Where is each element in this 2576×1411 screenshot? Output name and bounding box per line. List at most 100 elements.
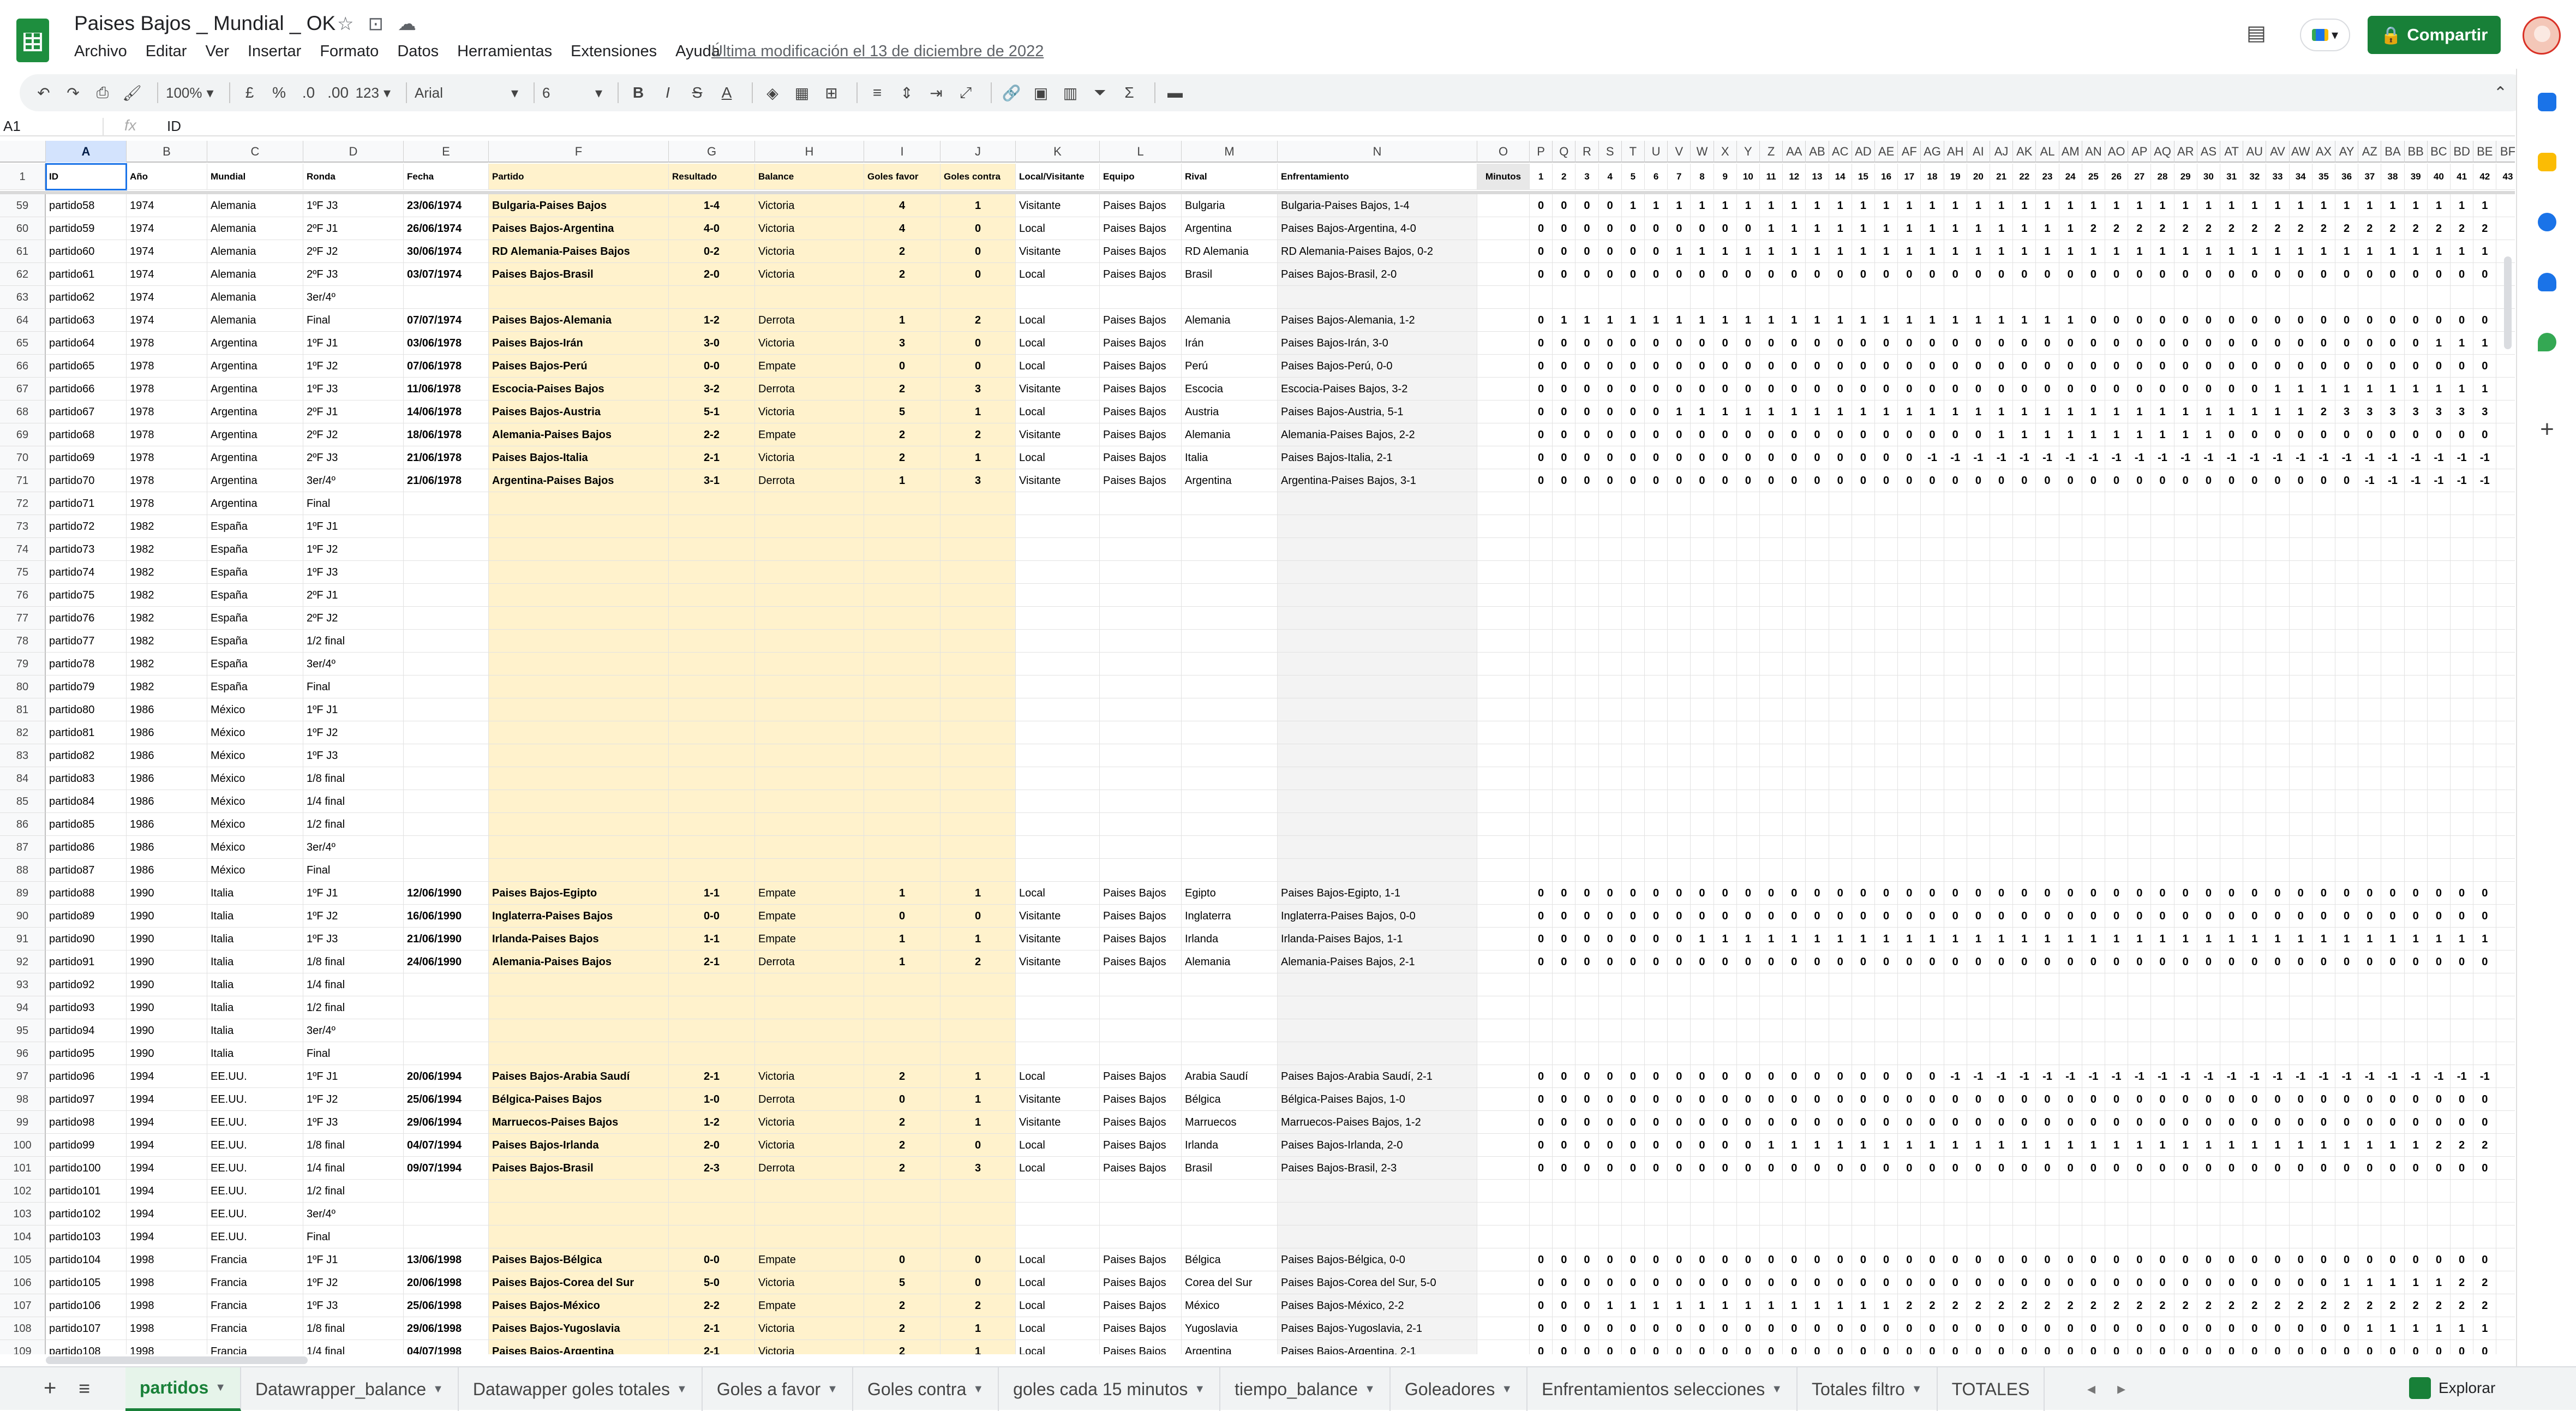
minute-cell[interactable]: 0 <box>2289 1271 2313 1294</box>
minute-cell[interactable]: 1 <box>1990 400 2014 423</box>
minute-cell[interactable] <box>2473 1203 2497 1225</box>
minute-cell[interactable]: 0 <box>2243 332 2267 355</box>
minute-cell[interactable]: 0 <box>1829 882 1852 905</box>
minute-cell[interactable] <box>2220 721 2244 744</box>
data-cell[interactable] <box>489 515 669 538</box>
data-cell[interactable] <box>1182 538 1278 561</box>
data-cell[interactable] <box>404 1042 489 1065</box>
minute-cell[interactable]: 0 <box>1575 928 1599 950</box>
minute-cell[interactable]: 0 <box>2151 355 2174 378</box>
minute-cell[interactable]: 2 <box>2381 217 2405 240</box>
data-cell[interactable]: 2 <box>940 423 1016 446</box>
minute-cell[interactable] <box>1852 767 1875 790</box>
minute-cell[interactable]: 0 <box>2151 378 2174 400</box>
minute-cell[interactable] <box>1736 653 1760 675</box>
column-header[interactable]: AC <box>1829 141 1852 163</box>
minute-cell[interactable] <box>2312 859 2335 882</box>
data-cell[interactable]: 2-1 <box>669 1065 755 1088</box>
data-cell[interactable]: 1974 <box>127 286 207 309</box>
data-cell[interactable]: 1ºF J1 <box>303 515 404 538</box>
minute-cell[interactable] <box>1621 1019 1645 1042</box>
minute-cell[interactable]: 0 <box>1944 355 1967 378</box>
minute-cell[interactable] <box>2151 859 2174 882</box>
minute-cell[interactable]: 0 <box>2197 263 2220 286</box>
minute-cell[interactable] <box>1575 721 1599 744</box>
minute-cell[interactable]: 2 <box>2427 1134 2451 1157</box>
data-cell[interactable]: 21/06/1978 <box>404 469 489 492</box>
minute-cell[interactable]: 0 <box>1714 217 1737 240</box>
minute-cell[interactable]: 0 <box>1783 263 1806 286</box>
minute-cell[interactable]: 0 <box>1921 1157 1944 1180</box>
minute-cell[interactable] <box>2266 1225 2290 1248</box>
data-cell[interactable]: 2 <box>864 1340 940 1354</box>
minute-cell[interactable] <box>1714 584 1737 607</box>
minute-cell[interactable] <box>2335 721 2359 744</box>
minute-cell[interactable] <box>2197 996 2220 1019</box>
minute-cell[interactable] <box>1530 836 1553 859</box>
minute-cell[interactable]: 0 <box>2174 905 2197 928</box>
minute-cell[interactable]: 1 <box>1967 309 1990 332</box>
data-cell[interactable]: Local <box>1016 355 1100 378</box>
minute-cell[interactable]: 1 <box>1898 928 1921 950</box>
minute-cell[interactable] <box>1736 1225 1760 1248</box>
minute-cell[interactable] <box>2496 698 2515 721</box>
data-cell[interactable]: 3er/4º <box>303 653 404 675</box>
row-header[interactable]: 107 <box>0 1294 46 1317</box>
data-cell[interactable]: Paises Bajos <box>1100 1111 1182 1134</box>
minute-cell[interactable] <box>2059 1203 2082 1225</box>
minute-cell[interactable] <box>2496 446 2515 469</box>
data-cell[interactable]: 04/07/1994 <box>404 1134 489 1157</box>
minute-cell[interactable]: -1 <box>2105 1065 2129 1088</box>
column-header[interactable]: AY <box>2335 141 2359 163</box>
data-cell[interactable] <box>940 1203 1016 1225</box>
minute-cell[interactable]: 0 <box>1898 1157 1921 1180</box>
minute-cell[interactable]: 1 <box>1990 194 2014 217</box>
minute-cell[interactable]: -1 <box>2358 469 2382 492</box>
minute-cell[interactable]: 2 <box>2451 1134 2474 1157</box>
minute-cell[interactable]: 0 <box>2036 1340 2059 1354</box>
data-cell[interactable] <box>940 584 1016 607</box>
data-cell[interactable]: 07/07/1974 <box>404 309 489 332</box>
minute-cell[interactable] <box>2312 744 2335 767</box>
minute-cell[interactable]: 0 <box>2335 355 2359 378</box>
data-cell[interactable]: partido101 <box>46 1180 127 1203</box>
minute-cell[interactable]: 1 <box>2128 194 2152 217</box>
data-cell[interactable]: Final <box>303 492 404 515</box>
minute-cell[interactable] <box>1898 607 1921 630</box>
minute-cell[interactable] <box>2243 561 2267 584</box>
minute-header-cell[interactable]: 22 <box>2013 164 2036 190</box>
minute-cell[interactable]: 0 <box>2174 1248 2197 1271</box>
minute-cell[interactable] <box>1852 698 1875 721</box>
data-cell[interactable]: 1982 <box>127 607 207 630</box>
data-cell[interactable] <box>1278 973 1477 996</box>
minute-cell[interactable] <box>2243 767 2267 790</box>
data-cell[interactable] <box>404 721 489 744</box>
data-cell[interactable]: 1ºF J1 <box>303 1065 404 1088</box>
minute-cell[interactable]: 1 <box>2335 194 2359 217</box>
minute-cell[interactable] <box>2358 744 2382 767</box>
data-cell[interactable] <box>1016 561 1100 584</box>
data-cell[interactable]: Yugoslavia <box>1182 1317 1278 1340</box>
data-cell[interactable] <box>940 973 1016 996</box>
minute-cell[interactable] <box>1621 607 1645 630</box>
data-cell[interactable] <box>755 515 864 538</box>
minute-cell[interactable]: 1 <box>2036 217 2059 240</box>
data-cell[interactable] <box>489 1180 669 1203</box>
minute-cell[interactable] <box>2335 492 2359 515</box>
row-header[interactable]: 92 <box>0 950 46 973</box>
minute-cell[interactable]: 1 <box>2381 1134 2405 1157</box>
minute-cell[interactable]: 0 <box>2105 263 2129 286</box>
minute-cell[interactable]: 0 <box>1806 1248 1829 1271</box>
data-cell[interactable]: 1978 <box>127 355 207 378</box>
minute-cell[interactable]: 0 <box>2473 1088 2497 1111</box>
data-cell[interactable]: 1ºF J2 <box>303 905 404 928</box>
data-cell[interactable]: 03/07/1974 <box>404 263 489 286</box>
minute-cell[interactable]: 0 <box>2082 263 2105 286</box>
minute-cell[interactable]: 0 <box>1806 423 1829 446</box>
data-cell[interactable]: partido74 <box>46 561 127 584</box>
data-cell[interactable]: Local <box>1016 1065 1100 1088</box>
minute-cell[interactable]: 0 <box>2289 332 2313 355</box>
data-cell[interactable]: 1ºF J3 <box>303 744 404 767</box>
minute-cell[interactable]: 0 <box>1921 332 1944 355</box>
data-cell[interactable] <box>940 996 1016 1019</box>
